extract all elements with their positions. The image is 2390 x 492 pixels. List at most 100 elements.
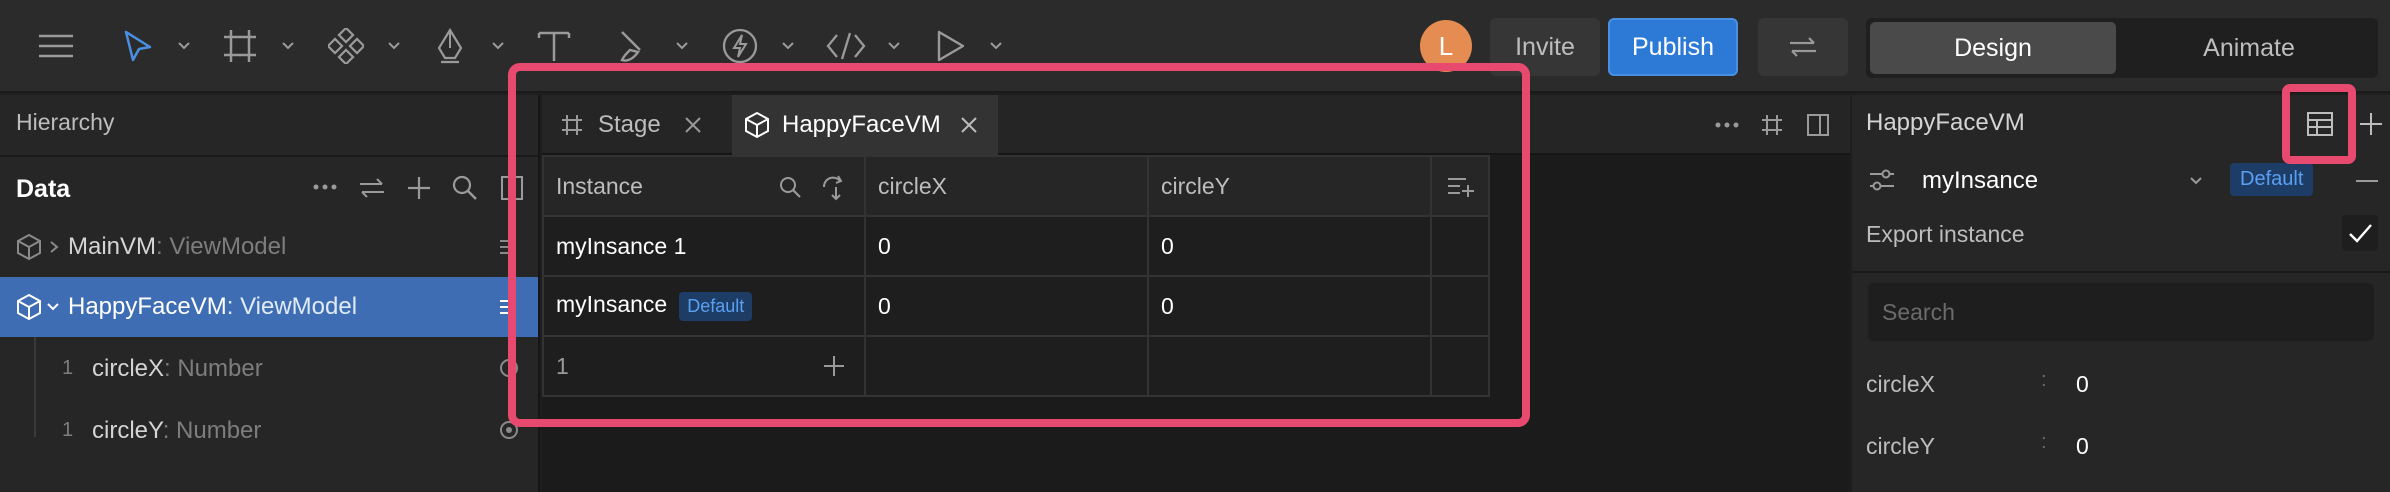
- table-row[interactable]: myInsance Default 0 0: [542, 275, 1490, 337]
- circley-cell[interactable]: 0: [1147, 215, 1432, 277]
- tree-item-label: circleY: Number: [92, 417, 262, 444]
- column-header-instance: Instance: [542, 155, 866, 217]
- tree-item-circlex[interactable]: 1 circleX: Number: [0, 339, 538, 399]
- chevron-down-icon[interactable]: [488, 36, 508, 56]
- table-header-row: Instance circleX circleY: [542, 155, 1490, 217]
- add-icon[interactable]: [406, 175, 432, 201]
- cube-icon: [16, 293, 42, 321]
- add-column-button[interactable]: [1430, 155, 1490, 217]
- design-mode-tab[interactable]: Design: [1870, 22, 2116, 74]
- chevron-down-icon[interactable]: [278, 36, 298, 56]
- data-section-header: Data: [0, 155, 538, 219]
- expand-icon[interactable]: [500, 175, 524, 201]
- select-tool-icon[interactable]: [114, 22, 162, 70]
- check-icon: [2349, 224, 2372, 243]
- swap-button[interactable]: [1758, 18, 1848, 76]
- menu-icon[interactable]: [32, 22, 80, 70]
- split-view-icon[interactable]: [1806, 113, 1830, 137]
- instances-table: Instance circleX circleY myInsance 1 0 0…: [542, 155, 1490, 397]
- drag-handle-icon[interactable]: [498, 237, 514, 257]
- pen-tool-icon[interactable]: [426, 22, 474, 70]
- invite-button[interactable]: Invite: [1490, 18, 1600, 76]
- empty-cell: [864, 335, 1149, 397]
- export-instance-checkbox[interactable]: [2342, 215, 2378, 251]
- brush-tool-icon[interactable]: [610, 22, 658, 70]
- top-toolbar: L Invite Publish Design Animate: [0, 0, 2390, 93]
- instance-cell[interactable]: myInsance Default: [542, 275, 866, 337]
- mode-switch: Design Animate: [1866, 18, 2378, 78]
- instance-select[interactable]: myInsance: [1922, 167, 2038, 195]
- circlex-cell[interactable]: 0: [864, 215, 1149, 277]
- hierarchy-panel: Hierarchy Data MainVM: ViewModel HappyFa…: [0, 95, 540, 492]
- instance-cell[interactable]: myInsance 1: [542, 215, 866, 277]
- column-header-circley[interactable]: circleY: [1147, 155, 1432, 217]
- more-icon[interactable]: [312, 183, 338, 191]
- panel-title: Hierarchy: [16, 109, 115, 135]
- swap-icon[interactable]: [358, 177, 386, 199]
- default-badge: Default: [679, 291, 753, 321]
- table-row[interactable]: myInsance 1 0 0: [542, 215, 1490, 277]
- circlex-cell[interactable]: 0: [864, 275, 1149, 337]
- cube-icon: [745, 111, 769, 139]
- property-separator: :: [2041, 431, 2047, 453]
- chevron-down-icon[interactable]: [2188, 175, 2204, 187]
- bolt-circle-icon[interactable]: [716, 22, 764, 70]
- search-icon[interactable]: [778, 175, 802, 199]
- empty-cell: [1147, 335, 1432, 397]
- data-section-title: Data: [16, 175, 71, 203]
- more-icon[interactable]: [1714, 121, 1740, 129]
- property-value-input[interactable]: 0: [2076, 371, 2089, 398]
- remove-icon[interactable]: [2356, 179, 2378, 183]
- frame-tool-icon[interactable]: [216, 22, 264, 70]
- close-icon[interactable]: [959, 115, 979, 135]
- tree-item-happyfacevm[interactable]: HappyFaceVM: ViewModel: [0, 277, 538, 337]
- chevron-down-icon[interactable]: [778, 36, 798, 56]
- chevron-down-icon[interactable]: [884, 36, 904, 56]
- circley-cell[interactable]: 0: [1147, 275, 1432, 337]
- drag-handle-icon[interactable]: [498, 297, 514, 317]
- property-row-circley: circleY : 0: [1866, 427, 2376, 467]
- publish-button[interactable]: Publish: [1608, 18, 1738, 76]
- chevron-down-icon[interactable]: [46, 301, 60, 313]
- code-icon[interactable]: [822, 22, 870, 70]
- chevron-right-icon[interactable]: [48, 239, 60, 255]
- property-label: circleX: [1866, 371, 1936, 397]
- instance-count-cell: 1: [542, 335, 866, 397]
- swap-icon: [1790, 37, 1816, 57]
- bind-target-icon[interactable]: [498, 357, 520, 379]
- tab-label: Stage: [598, 111, 661, 138]
- add-icon[interactable]: [2358, 111, 2384, 137]
- user-avatar[interactable]: L: [1420, 20, 1472, 72]
- bind-target-icon[interactable]: [498, 419, 520, 441]
- hash-icon[interactable]: [1760, 113, 1784, 137]
- table-view-icon[interactable]: [2306, 111, 2334, 137]
- tree-item-mainvm[interactable]: MainVM: ViewModel: [0, 217, 538, 277]
- property-separator: :: [2041, 369, 2047, 391]
- tree-item-label: HappyFaceVM: ViewModel: [68, 293, 358, 320]
- chevron-down-icon[interactable]: [384, 36, 404, 56]
- tree-item-label: circleX: Number: [92, 355, 263, 382]
- chevron-down-icon[interactable]: [672, 36, 692, 56]
- column-header-circlex[interactable]: circleX: [864, 155, 1149, 217]
- search-icon[interactable]: [452, 175, 478, 201]
- add-instance-icon[interactable]: [822, 354, 846, 378]
- default-badge: Default: [2230, 163, 2314, 196]
- properties-panel: HappyFaceVM myInsance Default Export ins…: [1852, 95, 2390, 492]
- text-tool-icon[interactable]: [530, 22, 578, 70]
- tree-item-circley[interactable]: 1 circleY: Number: [0, 401, 538, 461]
- animate-mode-tab[interactable]: Animate: [2126, 22, 2372, 74]
- export-instance-label: Export instance: [1866, 221, 2025, 247]
- property-value-input[interactable]: 0: [2076, 433, 2089, 460]
- property-index: 1: [62, 357, 74, 379]
- tab-label: HappyFaceVM: [782, 111, 941, 138]
- chevron-down-icon[interactable]: [174, 36, 194, 56]
- sort-icon[interactable]: [820, 173, 848, 201]
- tab-happyfacevm[interactable]: HappyFaceVM: [732, 95, 998, 155]
- play-icon[interactable]: [926, 22, 974, 70]
- component-tool-icon[interactable]: [322, 22, 370, 70]
- search-input[interactable]: [1868, 283, 2374, 341]
- close-icon[interactable]: [683, 115, 703, 135]
- tab-stage[interactable]: Stage: [560, 95, 740, 155]
- chevron-down-icon[interactable]: [986, 36, 1006, 56]
- add-column-icon: [1448, 178, 1474, 197]
